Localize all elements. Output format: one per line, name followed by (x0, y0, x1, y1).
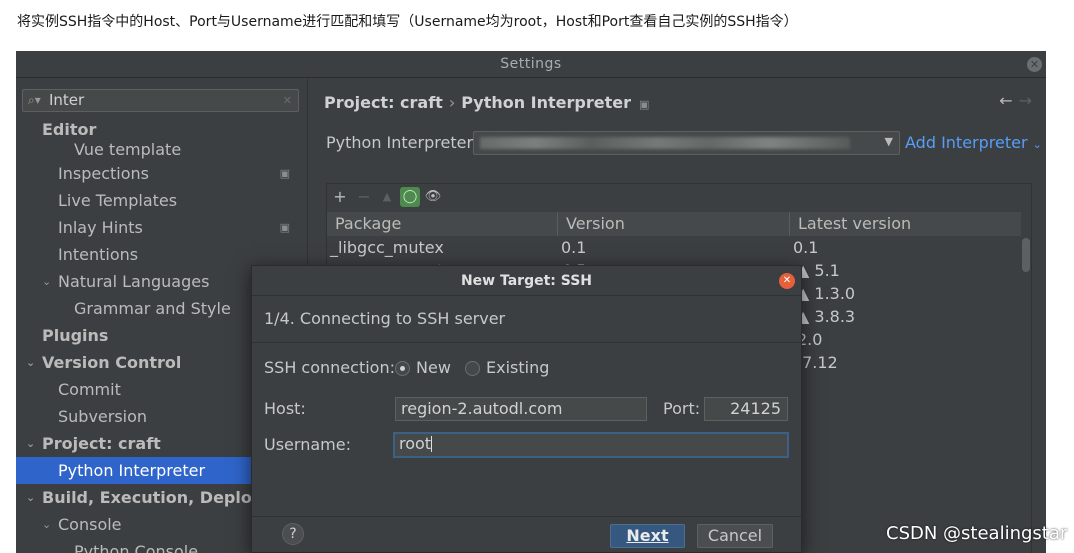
port-input[interactable]: 24125 (704, 397, 788, 421)
csdn-watermark: CSDN @stealingstar (886, 523, 1068, 544)
cell-latest: ▲ 3.8.3 (797, 307, 856, 326)
dropdown-arrow-icon[interactable]: ▼ (885, 135, 893, 148)
project-scope-icon: ▣ (279, 167, 290, 180)
username-label: Username: (264, 435, 351, 454)
wizard-step-label: 1/4. Connecting to SSH server (264, 309, 506, 328)
radio-existing-label[interactable]: Existing (486, 358, 549, 377)
packages-table-header: Package Version Latest version (327, 212, 1021, 236)
tree-item-label: Live Templates (58, 191, 178, 210)
tree-item-label: Plugins (42, 326, 109, 345)
cell-version: 0.1 (561, 238, 587, 257)
dialog-footer: ? Next Cancel (252, 516, 801, 552)
tree-item-label: Inspections (58, 164, 149, 183)
project-scope-icon: ▣ (279, 221, 290, 234)
tree-item-label: Python Interpreter (58, 461, 206, 480)
text-cursor (431, 436, 433, 452)
packages-toolbar: + − ▲ ◯ 👁 (327, 184, 1031, 210)
project-scope-icon: ▣ (639, 98, 650, 111)
host-input[interactable]: region-2.autodl.com (395, 397, 647, 421)
search-icon: ⌕▾ (28, 93, 41, 107)
chevron-down-icon[interactable]: ⌄ (42, 268, 51, 295)
tree-item-intentions[interactable]: Intentions (16, 241, 308, 268)
dialog-close-icon[interactable]: ✕ (779, 273, 795, 289)
new-target-ssh-dialog: New Target: SSH ✕ 1/4. Connecting to SSH… (251, 265, 802, 553)
add-interpreter-link[interactable]: Add Interpreter ⌄ (905, 133, 1042, 152)
tree-item-inlay-hints[interactable]: Inlay Hints ▣ (16, 214, 308, 241)
interpreter-label: Python Interpreter: (326, 133, 479, 152)
tree-item-label: Natural Languages (58, 272, 210, 291)
remove-package-icon[interactable]: − (354, 187, 374, 207)
show-early-releases-eye-icon[interactable]: 👁 (423, 187, 443, 207)
breadcrumb: Project: craft › Python Interpreter ▣ (324, 93, 649, 112)
tree-item-label: Subversion (58, 407, 148, 426)
tree-item-label: Python Console (74, 542, 199, 553)
history-nav: ← → (999, 91, 1032, 110)
chevron-down-icon[interactable]: ⌄ (26, 430, 35, 457)
window-titlebar: Settings ✕ (16, 51, 1046, 78)
clear-search-icon[interactable]: ✕ (283, 94, 292, 107)
radio-existing[interactable] (465, 361, 480, 376)
next-button[interactable]: Next (610, 524, 685, 548)
tree-item-label: Commit (58, 380, 121, 399)
column-header-version[interactable]: Version (558, 212, 790, 236)
table-row[interactable]: _libgcc_mutex 0.1 0.1 (327, 236, 1021, 259)
tree-item-label: Grammar and Style (74, 299, 231, 318)
port-label: Port: (663, 399, 701, 418)
cell-latest: ▲ 5.1 (797, 261, 840, 280)
username-value: root (399, 434, 432, 453)
divider (252, 342, 801, 343)
tree-item-label: Editor (42, 120, 97, 139)
host-label: Host: (264, 399, 306, 418)
column-header-latest-version[interactable]: Latest version (790, 212, 1023, 236)
tree-item-vue-template[interactable]: Vue template (16, 140, 308, 160)
tree-item-inspections[interactable]: Inspections ▣ (16, 160, 308, 187)
tree-item-label: Project: craft (42, 434, 161, 453)
cell-package: _libgcc_mutex (330, 238, 444, 257)
breadcrumb-project[interactable]: Project: craft (324, 93, 443, 112)
interpreter-path-redacted (480, 137, 850, 149)
tree-item-label: Vue template (74, 140, 182, 159)
next-mnemonic: Next (626, 526, 669, 545)
window-close-icon[interactable]: ✕ (1027, 57, 1042, 72)
chevron-down-icon: ⌄ (1032, 138, 1042, 151)
upgrade-package-icon[interactable]: ▲ (377, 187, 397, 207)
cell-latest: ▲ 1.3.0 (797, 284, 856, 303)
tree-item-live-templates[interactable]: Live Templates (16, 187, 308, 214)
cancel-button[interactable]: Cancel (697, 524, 773, 548)
breadcrumb-separator: › (448, 93, 456, 112)
username-input[interactable]: root (393, 432, 789, 458)
tree-item-label: Inlay Hints (58, 218, 143, 237)
settings-search-input[interactable]: ⌕▾ Inter ✕ (22, 89, 299, 112)
tree-item-label: Intentions (58, 245, 139, 264)
radio-new-label[interactable]: New (416, 358, 451, 377)
help-button[interactable]: ? (282, 523, 304, 545)
ssh-connection-label: SSH connection: (264, 358, 395, 377)
add-package-icon[interactable]: + (330, 187, 350, 207)
chevron-down-icon[interactable]: ⌄ (26, 349, 35, 376)
column-header-package[interactable]: Package (327, 212, 558, 236)
window-title: Settings (500, 56, 562, 72)
breadcrumb-page: Python Interpreter (461, 93, 631, 112)
back-arrow-icon[interactable]: ← (999, 91, 1012, 110)
interpreter-select[interactable]: ▼ (473, 131, 900, 155)
radio-new[interactable] (395, 361, 410, 376)
forward-arrow-icon[interactable]: → (1019, 91, 1032, 110)
refresh-spinner-icon[interactable]: ◯ (400, 187, 420, 207)
chevron-down-icon[interactable]: ⌄ (42, 511, 51, 538)
cell-latest: .7.12 (797, 353, 838, 372)
cell-latest: 0.1 (793, 238, 819, 257)
tree-item-label: Console (58, 515, 122, 534)
search-value[interactable]: Inter (49, 91, 84, 109)
tree-item-editor[interactable]: Editor (16, 120, 308, 140)
instruction-text: 将实例SSH指令中的Host、Port与Username进行匹配和填写（User… (17, 14, 798, 30)
packages-scrollbar[interactable] (1022, 238, 1030, 272)
dialog-title: New Target: SSH (460, 273, 593, 289)
tree-item-label: Version Control (42, 353, 182, 372)
chevron-down-icon[interactable]: ⌄ (26, 484, 35, 511)
dialog-titlebar: New Target: SSH ✕ (252, 266, 801, 296)
add-interpreter-label: Add Interpreter (905, 133, 1028, 152)
